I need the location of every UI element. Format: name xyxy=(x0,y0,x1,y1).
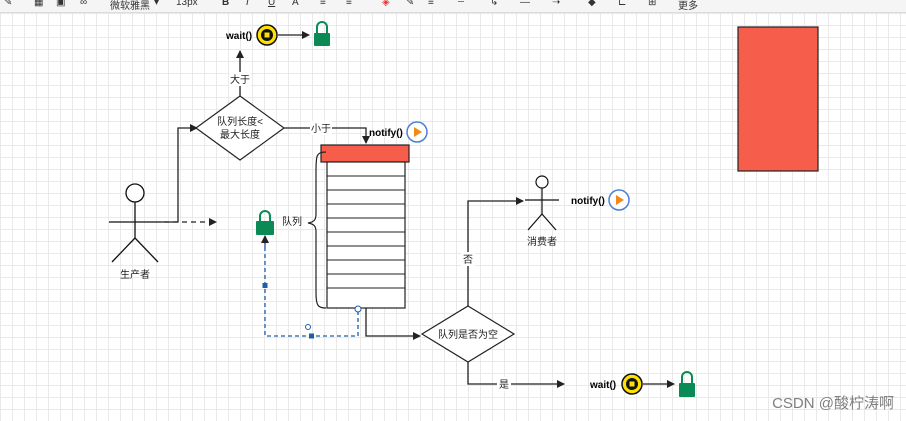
producer-to-decision-arrow[interactable] xyxy=(161,124,198,223)
wait-top-label: wait() xyxy=(225,31,252,42)
label-no: 否 xyxy=(463,254,473,266)
notify-consumer-label: notify() xyxy=(571,196,605,207)
queue-to-decision-arrow[interactable] xyxy=(365,308,421,340)
label-greater: 大于 xyxy=(230,73,250,86)
label-yes: 是 xyxy=(499,379,509,391)
queue-label: 队列 xyxy=(282,215,302,228)
label-less: 小于 xyxy=(311,123,331,135)
producer-actor[interactable] xyxy=(109,183,161,263)
connector-handle[interactable] xyxy=(262,283,268,288)
red-rectangle-shape[interactable] xyxy=(737,26,819,172)
queue-brace xyxy=(307,151,327,309)
queue-head[interactable] xyxy=(320,144,410,163)
decision-top-line2: 最大长度 xyxy=(220,128,260,141)
connector-handle[interactable] xyxy=(305,324,311,330)
no-arrow[interactable] xyxy=(467,197,524,306)
decision-top-line1: 队列长度< xyxy=(217,115,263,128)
play-icon[interactable] xyxy=(608,189,630,211)
yes-arrow[interactable] xyxy=(467,362,565,388)
watermark: CSDN @酸柠涛啊 xyxy=(772,395,894,412)
notify-top-label: notify() xyxy=(369,128,403,139)
connector-handle[interactable] xyxy=(309,333,314,339)
flowchart: 生产者 队列长度< 最大长度 大于 wait() 小于 notify() 队列 … xyxy=(109,21,819,397)
consumer-label: 消费者 xyxy=(527,235,557,248)
consumer-actor[interactable] xyxy=(525,175,559,231)
play-icon[interactable] xyxy=(406,121,428,143)
lock-icon xyxy=(314,21,330,46)
lock-icon xyxy=(256,210,274,235)
wait-top-stop-icon[interactable] xyxy=(256,24,278,46)
lock-icon xyxy=(679,371,695,397)
connector-handle[interactable] xyxy=(354,305,362,313)
wait-bottom-stop-icon[interactable] xyxy=(621,373,643,395)
decision-queue-length[interactable] xyxy=(194,95,286,161)
queue-body[interactable] xyxy=(326,161,406,309)
producer-label: 生产者 xyxy=(120,268,150,281)
decision-bottom-label: 队列是否为空 xyxy=(438,328,498,341)
wait-bottom-label: wait() xyxy=(589,380,616,391)
